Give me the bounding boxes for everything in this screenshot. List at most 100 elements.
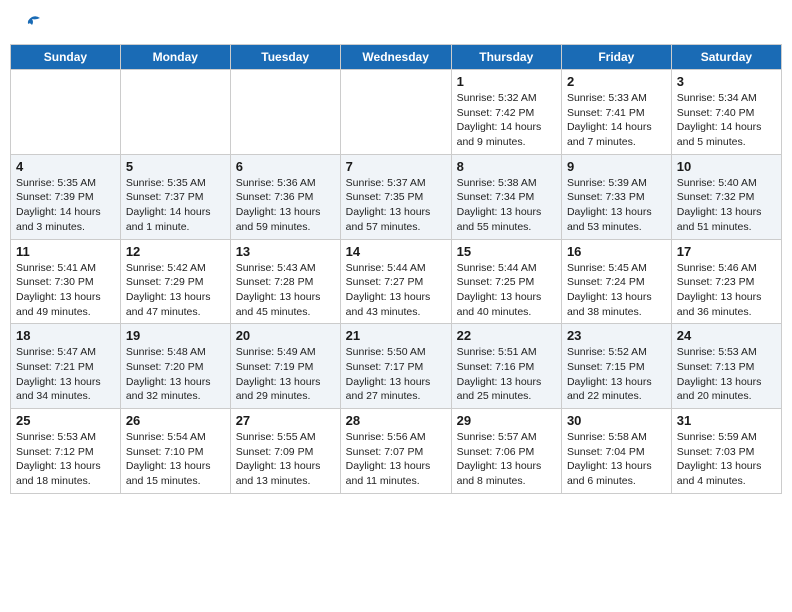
calendar-cell: 24Sunrise: 5:53 AMSunset: 7:13 PMDayligh… — [671, 324, 781, 409]
calendar-cell: 1 Sunrise: 5:32 AMSunset: 7:42 PMDaylight… — [451, 70, 561, 155]
day-info: Sunrise: 5:55 AMSunset: 7:09 PMDaylight:… — [236, 430, 335, 489]
day-info: Sunrise: 5:56 AMSunset: 7:07 PMDaylight:… — [346, 430, 446, 489]
day-header-wednesday: Wednesday — [340, 45, 451, 70]
day-number: 8 — [457, 159, 556, 174]
day-info: Sunrise: 5:35 AMSunset: 7:37 PMDaylight:… — [126, 176, 225, 235]
day-number: 12 — [126, 244, 225, 259]
day-info: Sunrise: 5:52 AMSunset: 7:15 PMDaylight:… — [567, 345, 666, 404]
day-info: Sunrise: 5:39 AMSunset: 7:33 PMDaylight:… — [567, 176, 666, 235]
calendar-cell: 31 Sunrise: 5:59 AMSunset: 7:03 PMDayligh… — [671, 409, 781, 494]
day-info: Sunrise: 5:44 AMSunset: 7:27 PMDaylight:… — [346, 261, 446, 320]
day-number: 19 — [126, 328, 225, 343]
day-number: 6 — [236, 159, 335, 174]
logo — [20, 15, 42, 29]
page-header — [10, 10, 782, 34]
day-number: 20 — [236, 328, 335, 343]
calendar-cell: 10 Sunrise: 5:40 AMSunset: 7:32 PMDayligh… — [671, 154, 781, 239]
day-info: Sunrise: 5:37 AMSunset: 7:35 PMDaylight:… — [346, 176, 446, 235]
day-header-thursday: Thursday — [451, 45, 561, 70]
day-number: 7 — [346, 159, 446, 174]
day-number: 18 — [16, 328, 115, 343]
calendar-cell: 8 Sunrise: 5:38 AMSunset: 7:34 PMDaylight… — [451, 154, 561, 239]
day-header-friday: Friday — [561, 45, 671, 70]
calendar-cell: 17 Sunrise: 5:46 AMSunset: 7:23 PMDayligh… — [671, 239, 781, 324]
calendar-cell: 27 Sunrise: 5:55 AMSunset: 7:09 PMDayligh… — [230, 409, 340, 494]
day-info: Sunrise: 5:58 AMSunset: 7:04 PMDaylight:… — [567, 430, 666, 489]
day-number: 28 — [346, 413, 446, 428]
day-number: 10 — [677, 159, 776, 174]
day-info: Sunrise: 5:46 AMSunset: 7:23 PMDaylight:… — [677, 261, 776, 320]
day-number: 29 — [457, 413, 556, 428]
day-number: 3 — [677, 74, 776, 89]
day-number: 21 — [346, 328, 446, 343]
calendar-cell: 25 Sunrise: 5:53 AMSunset: 7:12 PMDayligh… — [11, 409, 121, 494]
day-number: 23 — [567, 328, 666, 343]
day-number: 31 — [677, 413, 776, 428]
calendar-cell: 22 Sunrise: 5:51 AMSunset: 7:16 PMDayligh… — [451, 324, 561, 409]
day-number: 1 — [457, 74, 556, 89]
calendar-cell: 19Sunrise: 5:48 AMSunset: 7:20 PMDayligh… — [120, 324, 230, 409]
day-info: Sunrise: 5:41 AMSunset: 7:30 PMDaylight:… — [16, 261, 115, 320]
calendar-cell: 28 Sunrise: 5:56 AMSunset: 7:07 PMDayligh… — [340, 409, 451, 494]
day-info: Sunrise: 5:42 AMSunset: 7:29 PMDaylight:… — [126, 261, 225, 320]
calendar-cell — [230, 70, 340, 155]
calendar-cell: 30 Sunrise: 5:58 AMSunset: 7:04 PMDayligh… — [561, 409, 671, 494]
day-number: 25 — [16, 413, 115, 428]
day-number: 9 — [567, 159, 666, 174]
day-number: 26 — [126, 413, 225, 428]
calendar-cell: 5 Sunrise: 5:35 AMSunset: 7:37 PMDaylight… — [120, 154, 230, 239]
calendar-cell — [340, 70, 451, 155]
day-info: Sunrise: 5:38 AMSunset: 7:34 PMDaylight:… — [457, 176, 556, 235]
calendar-cell: 9 Sunrise: 5:39 AMSunset: 7:33 PMDaylight… — [561, 154, 671, 239]
calendar-cell — [11, 70, 121, 155]
day-number: 15 — [457, 244, 556, 259]
day-info: Sunrise: 5:57 AMSunset: 7:06 PMDaylight:… — [457, 430, 556, 489]
calendar-cell: 4 Sunrise: 5:35 AMSunset: 7:39 PMDaylight… — [11, 154, 121, 239]
day-info: Sunrise: 5:35 AMSunset: 7:39 PMDaylight:… — [16, 176, 115, 235]
calendar-cell: 15 Sunrise: 5:44 AMSunset: 7:25 PMDayligh… — [451, 239, 561, 324]
calendar-cell — [120, 70, 230, 155]
day-info: Sunrise: 5:54 AMSunset: 7:10 PMDaylight:… — [126, 430, 225, 489]
day-info: Sunrise: 5:51 AMSunset: 7:16 PMDaylight:… — [457, 345, 556, 404]
calendar-cell: 16Sunrise: 5:45 AMSunset: 7:24 PMDayligh… — [561, 239, 671, 324]
day-info: Sunrise: 5:33 AMSunset: 7:41 PMDaylight:… — [567, 91, 666, 150]
calendar-cell: 2Sunrise: 5:33 AMSunset: 7:41 PMDaylight… — [561, 70, 671, 155]
day-number: 4 — [16, 159, 115, 174]
day-number: 30 — [567, 413, 666, 428]
calendar-cell: 29 Sunrise: 5:57 AMSunset: 7:06 PMDayligh… — [451, 409, 561, 494]
day-number: 16 — [567, 244, 666, 259]
day-info: Sunrise: 5:50 AMSunset: 7:17 PMDaylight:… — [346, 345, 446, 404]
calendar-cell: 21 Sunrise: 5:50 AMSunset: 7:17 PMDayligh… — [340, 324, 451, 409]
day-number: 14 — [346, 244, 446, 259]
day-number: 24 — [677, 328, 776, 343]
calendar-cell: 13 Sunrise: 5:43 AMSunset: 7:28 PMDayligh… — [230, 239, 340, 324]
logo-bird-icon — [22, 15, 42, 33]
day-number: 17 — [677, 244, 776, 259]
day-number: 22 — [457, 328, 556, 343]
day-header-monday: Monday — [120, 45, 230, 70]
day-number: 13 — [236, 244, 335, 259]
day-info: Sunrise: 5:47 AMSunset: 7:21 PMDaylight:… — [16, 345, 115, 404]
day-number: 5 — [126, 159, 225, 174]
day-header-saturday: Saturday — [671, 45, 781, 70]
calendar-cell: 7 Sunrise: 5:37 AMSunset: 7:35 PMDaylight… — [340, 154, 451, 239]
day-header-tuesday: Tuesday — [230, 45, 340, 70]
calendar-cell: 20 Sunrise: 5:49 AMSunset: 7:19 PMDayligh… — [230, 324, 340, 409]
day-info: Sunrise: 5:44 AMSunset: 7:25 PMDaylight:… — [457, 261, 556, 320]
day-info: Sunrise: 5:32 AMSunset: 7:42 PMDaylight:… — [457, 91, 556, 150]
day-info: Sunrise: 5:43 AMSunset: 7:28 PMDaylight:… — [236, 261, 335, 320]
day-number: 27 — [236, 413, 335, 428]
calendar-cell: 26 Sunrise: 5:54 AMSunset: 7:10 PMDayligh… — [120, 409, 230, 494]
calendar-cell: 12 Sunrise: 5:42 AMSunset: 7:29 PMDayligh… — [120, 239, 230, 324]
day-number: 11 — [16, 244, 115, 259]
day-info: Sunrise: 5:36 AMSunset: 7:36 PMDaylight:… — [236, 176, 335, 235]
calendar-cell: 11 Sunrise: 5:41 AMSunset: 7:30 PMDayligh… — [11, 239, 121, 324]
calendar-cell: 18 Sunrise: 5:47 AMSunset: 7:21 PMDayligh… — [11, 324, 121, 409]
calendar-cell: 23 Sunrise: 5:52 AMSunset: 7:15 PMDayligh… — [561, 324, 671, 409]
day-info: Sunrise: 5:49 AMSunset: 7:19 PMDaylight:… — [236, 345, 335, 404]
calendar-cell: 14 Sunrise: 5:44 AMSunset: 7:27 PMDayligh… — [340, 239, 451, 324]
calendar-cell: 3Sunrise: 5:34 AMSunset: 7:40 PMDaylight… — [671, 70, 781, 155]
day-info: Sunrise: 5:40 AMSunset: 7:32 PMDaylight:… — [677, 176, 776, 235]
day-info: Sunrise: 5:53 AMSunset: 7:12 PMDaylight:… — [16, 430, 115, 489]
day-info: Sunrise: 5:59 AMSunset: 7:03 PMDaylight:… — [677, 430, 776, 489]
